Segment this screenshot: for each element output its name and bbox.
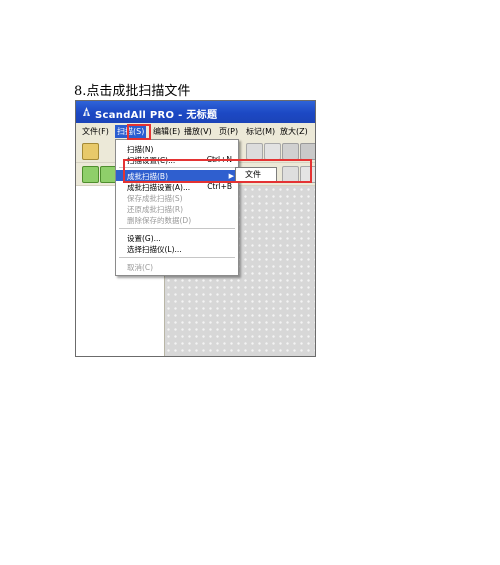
- menu-item-delete-saved: 删除保存的数据(D): [127, 216, 192, 225]
- menu-page[interactable]: 页(P): [219, 126, 238, 137]
- tool-icon[interactable]: [300, 143, 315, 160]
- menu-item-cancel: 取消(C): [127, 263, 154, 272]
- menu-separator: [119, 257, 235, 258]
- window-title: ScandAll PRO - 无标题: [95, 110, 218, 121]
- app-screenshot: ScandAll PRO - 无标题 文件(F) 扫描(S) 编辑(E) 播放(…: [75, 100, 316, 357]
- menu-edit[interactable]: 编辑(E): [153, 126, 180, 137]
- menu-item-scan[interactable]: 扫描(N): [116, 143, 238, 154]
- paste-icon[interactable]: [264, 143, 281, 160]
- clipboard-icon[interactable]: [282, 143, 299, 160]
- menu-item-save-batch: 保存成批扫描(S): [127, 194, 183, 203]
- menu-item-select-scanner[interactable]: 选择扫描仪(L)...: [116, 243, 238, 254]
- menu-zoom[interactable]: 放大(Z): [280, 126, 308, 137]
- highlight-box-scan-menu: [127, 124, 151, 140]
- menu-play[interactable]: 播放(V): [184, 126, 212, 137]
- title-bar: ScandAll PRO - 无标题: [76, 101, 315, 123]
- step-title: 8.点击成批扫描文件: [74, 84, 191, 99]
- copy-icon[interactable]: [246, 143, 263, 160]
- open-folder-icon[interactable]: [82, 143, 99, 160]
- scan-green-icon[interactable]: [82, 166, 99, 183]
- menu-separator: [119, 228, 235, 229]
- menu-item-restore-batch: 还原成批扫描(R): [127, 205, 184, 214]
- highlight-box-batch-scan: [123, 159, 312, 183]
- menu-mark[interactable]: 标记(M): [246, 126, 275, 137]
- menu-item-settings[interactable]: 设置(G)...: [116, 232, 238, 243]
- menu-file[interactable]: 文件(F): [82, 126, 109, 137]
- scanner-app-icon: [83, 107, 90, 116]
